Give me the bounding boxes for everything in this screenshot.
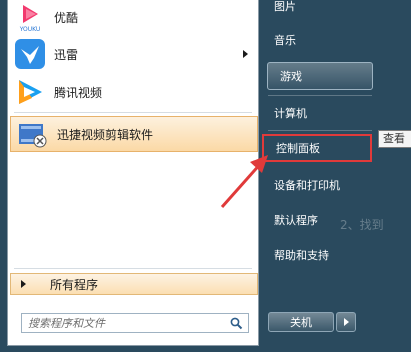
annotation-arrow-icon (220, 155, 268, 208)
